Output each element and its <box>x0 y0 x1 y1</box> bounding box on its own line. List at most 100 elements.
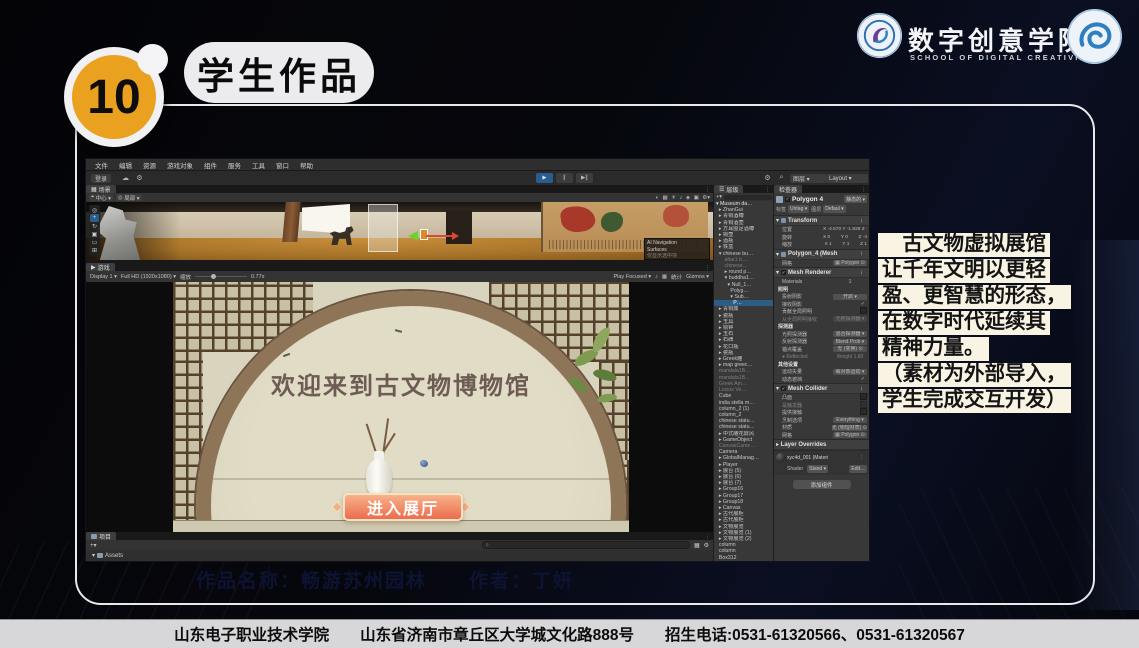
pause-button[interactable]: ∥ <box>556 173 573 183</box>
transform-row[interactable]: 缩放X 1 Y 1 Z 1 <box>774 241 869 249</box>
inspector-row[interactable]: 是触发器 <box>774 402 869 410</box>
project-settings-icon[interactable]: ⚙ <box>704 542 709 549</box>
tab-scene[interactable]: ▦场景 <box>86 185 116 193</box>
inspector-row[interactable]: 运动矢量每对象运动 ▾ <box>774 368 869 376</box>
inspector-row[interactable]: 提供接触 <box>774 409 869 417</box>
move-tool-icon[interactable]: + <box>90 214 99 222</box>
pivot-dropdown[interactable]: ⌖中心 ▾ <box>89 194 113 201</box>
menu-item[interactable]: 编辑 <box>119 160 132 170</box>
menu-item[interactable]: 服务 <box>228 160 241 170</box>
inspector-row[interactable]: 网格▦ Polygon ⊙ <box>774 260 869 268</box>
component-enabled-checkbox[interactable]: ✓ <box>781 270 786 275</box>
transform-row[interactable]: 位置X -4.570 Y -1.828 Z -0.013 <box>774 226 869 234</box>
stats-toggle[interactable]: 统计 <box>671 273 682 281</box>
inspector-row[interactable]: 网格▦ Polygon ⊙ <box>774 432 869 440</box>
inspector-row[interactable]: 接收阴影✓ <box>774 301 869 309</box>
mesh-collider-section-header[interactable]: ▾ ✓ Mesh Collider ⋮ <box>774 383 869 394</box>
inspector-row[interactable]: 从全局照明接收光照探测器 ▾ <box>774 316 869 324</box>
overlay-show-selected[interactable]: 仅显示选中项 <box>647 253 707 260</box>
project-view-options-icon[interactable]: ▦ <box>694 542 700 549</box>
active-checkbox[interactable]: ✓ <box>785 197 790 202</box>
inspector-row[interactable]: 探测器 <box>774 323 869 331</box>
menu-item[interactable]: 游戏对象 <box>167 160 193 170</box>
mesh-filter-section-header[interactable]: ▾ Polygon_4 (Mesh ⋮ <box>774 249 869 260</box>
menu-item[interactable]: 帮助 <box>300 160 313 170</box>
inspector-row[interactable]: 反射探测器Blend Prob ▾ <box>774 338 869 346</box>
rect-tool-icon[interactable]: ▭ <box>90 238 99 246</box>
scene-toolbar-icon[interactable]: ☀ <box>671 195 676 201</box>
expand-icon[interactable]: ▾ <box>92 552 95 559</box>
component-menu-icon[interactable]: ⋮ <box>859 251 867 257</box>
tab-inspector[interactable]: 检查器 <box>774 185 802 193</box>
component-menu-icon[interactable]: ⋮ <box>859 386 867 392</box>
scale-tool-icon[interactable]: ▣ <box>90 230 99 238</box>
display-dropdown[interactable]: Display 1 ▾ <box>90 274 117 280</box>
assets-folder[interactable]: Assets <box>105 553 123 559</box>
layout-dropdown[interactable]: Layout ▾ <box>826 174 868 183</box>
tab-game[interactable]: ▶游戏 <box>86 263 115 271</box>
edit-shader-button[interactable]: Edit… <box>849 465 867 473</box>
inspector-row[interactable]: ● ReflectedWeight 1.80 <box>774 353 869 361</box>
project-search-input[interactable]: ⌕ <box>482 541 690 549</box>
tag-dropdown[interactable]: Untag ▾ <box>788 205 809 213</box>
layers-dropdown[interactable]: 图层 ▾ <box>790 174 826 183</box>
play-button[interactable]: ▶ <box>536 173 553 183</box>
hierarchy-search-input[interactable] <box>724 195 772 200</box>
scene-toolbar-icon[interactable]: ♪ <box>680 195 683 201</box>
material-menu-icon[interactable]: ⋮ <box>859 455 867 461</box>
enter-hall-button[interactable]: 进入展厅 <box>343 493 463 521</box>
layer-overrides-header[interactable]: ▸ Layer Overrides <box>774 439 869 450</box>
shader-dropdown[interactable]: Stand ▾ <box>807 465 828 473</box>
mute-icon[interactable]: ♪ <box>655 274 658 280</box>
axis-dropdown[interactable]: ◎局部 ▾ <box>116 194 142 201</box>
static-dropdown[interactable]: 静态的 ▾ <box>844 195 867 203</box>
inspector-row[interactable]: 凸面 <box>774 394 869 402</box>
inspector-row[interactable]: 动态遮挡✓ <box>774 376 869 384</box>
menu-item[interactable]: 资源 <box>143 160 156 170</box>
tab-hierarchy[interactable]: ☰层级 <box>714 185 743 193</box>
gizmos-dropdown[interactable]: Gizmos ▾ <box>686 274 709 280</box>
component-menu-icon[interactable]: ⋮ <box>859 218 867 224</box>
scene-toolbar-icon[interactable]: ⚙▾ <box>702 195 710 201</box>
cloud-icon[interactable]: ☁ <box>120 174 131 183</box>
inspector-row[interactable]: Materials1 <box>774 278 869 286</box>
inspector-row[interactable]: 材质无 (物理材质) ⊙ <box>774 424 869 432</box>
zoom-slider[interactable] <box>195 276 247 278</box>
resolution-dropdown[interactable]: Full HD (1920x1080) ▾ <box>121 274 176 280</box>
play-focused-dropdown[interactable]: Play Focused ▾ <box>613 274 651 280</box>
inspector-row[interactable]: 照明 <box>774 286 869 294</box>
scene-toolbar-icon[interactable]: ▣ <box>694 195 699 201</box>
add-object-button[interactable]: +▾ <box>716 194 722 200</box>
manager-gear-icon[interactable]: ⚙ <box>762 174 773 183</box>
menu-item[interactable]: 组件 <box>204 160 217 170</box>
zoom-slider-knob[interactable] <box>211 274 216 279</box>
stats-grid-icon[interactable]: ▦ <box>662 274 667 280</box>
menu-item[interactable]: 文件 <box>95 160 108 170</box>
transform-tool-icon[interactable]: ⊞ <box>90 246 99 254</box>
inspector-tabbar-options-icon[interactable]: ⋮ <box>861 187 869 193</box>
inspector-row[interactable]: 锚点覆盖无 (变换) ⊙ <box>774 346 869 354</box>
inspector-row[interactable]: 投射阴影开启 ▾ <box>774 293 869 301</box>
rotate-tool-icon[interactable]: ↻ <box>90 222 99 230</box>
search-icon[interactable]: ⌕ <box>776 174 787 183</box>
inspector-row[interactable]: 贡献全局照明 <box>774 308 869 316</box>
inspector-row[interactable]: 光照探测器混合探测器 ▾ <box>774 331 869 339</box>
signin-button[interactable]: 登录 <box>91 174 111 183</box>
scene-toolbar-icon[interactable]: ▦ <box>662 195 667 201</box>
step-button[interactable]: ▶∥ <box>576 173 593 183</box>
inspector-row[interactable]: 烹制选项Everything ▾ <box>774 417 869 425</box>
scene-toolbar-icon[interactable]: ◈ <box>686 195 690 201</box>
mesh-renderer-section-header[interactable]: ▾ ✓ Mesh Renderer ⋮ <box>774 267 869 278</box>
scene-toolbar-icon[interactable]: ◐ <box>656 195 659 201</box>
add-component-button[interactable]: 添加组件 <box>793 480 851 489</box>
scene-viewport[interactable]: ◎ + ↻ ▣ ▭ ⊞ AI Navigation Surfaces 仅显示选中… <box>86 202 713 260</box>
component-enabled-checkbox[interactable]: ✓ <box>781 386 786 391</box>
menu-item[interactable]: 工具 <box>252 160 265 170</box>
transform-row[interactable]: 旋转X 0 Y 0 Z -45 <box>774 234 869 242</box>
view-tool-icon[interactable]: ◎ <box>90 206 99 214</box>
create-asset-button[interactable]: +▾ <box>90 542 97 549</box>
menu-item[interactable]: 窗口 <box>276 160 289 170</box>
tab-project[interactable]: 项目 <box>86 532 116 540</box>
component-menu-icon[interactable]: ⋮ <box>859 270 867 276</box>
inspector-row[interactable]: 其他设置 <box>774 361 869 369</box>
